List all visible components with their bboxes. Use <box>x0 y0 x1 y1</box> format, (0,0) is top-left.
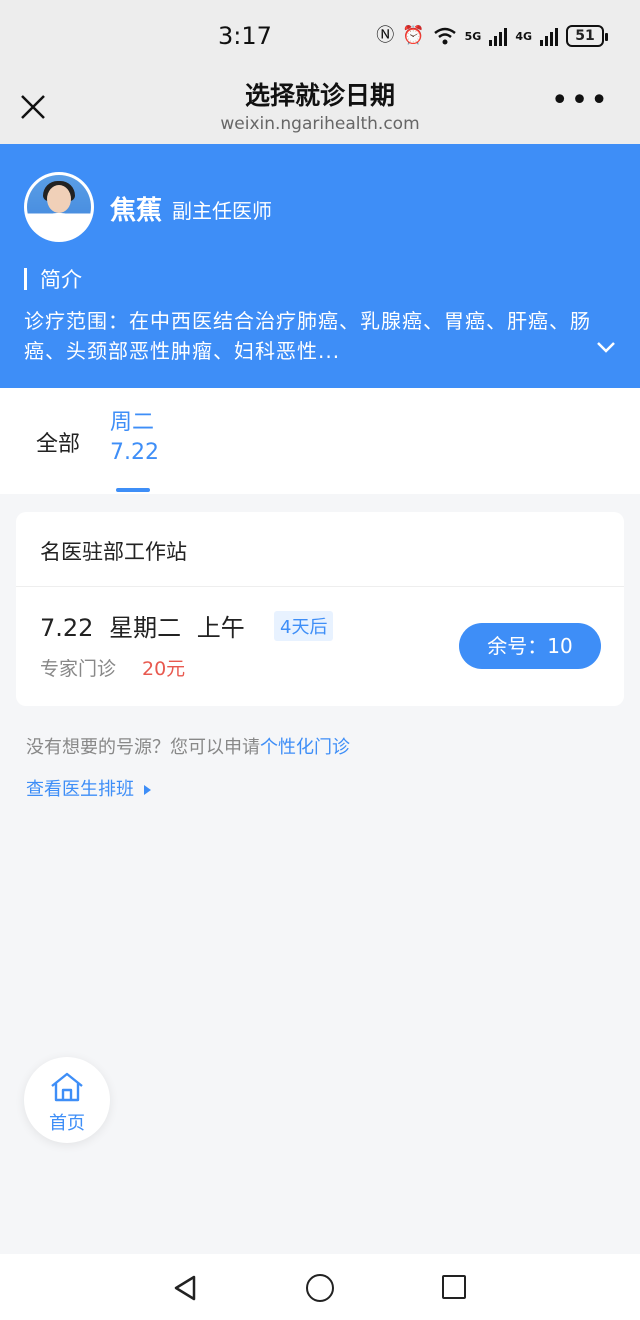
hint-text: 没有想要的号源？您可以申请个性化门诊 <box>26 733 350 759</box>
hint-prefix: 没有想要的号源？您可以申请 <box>26 737 260 758</box>
recent-apps-icon[interactable] <box>442 1275 466 1299</box>
home-circle-icon[interactable] <box>306 1274 334 1302</box>
status-icons: Ⓝ ⏰ 5G 4G 51 <box>376 24 608 48</box>
clinic-price: 20元 <box>142 658 186 680</box>
tab-day-weekday: 周二 <box>110 410 155 435</box>
remaining-slots-button[interactable]: 余号：10 <box>459 623 601 669</box>
battery-icon: 51 <box>566 25 608 47</box>
doctor-name: 焦蕉 <box>110 196 163 226</box>
doctor-card: 焦蕉 副主任医师 简介 诊疗范围：在中西医结合治疗肺癌、乳腺癌、胃癌、肝癌、肠癌… <box>0 144 640 388</box>
intro-marker <box>24 268 27 290</box>
clinic-type: 专家门诊 <box>40 658 117 680</box>
view-schedule-link[interactable]: 查看医生排班 <box>26 775 151 801</box>
page-url: weixin.ngarihealth.com <box>220 114 420 134</box>
slot-card: 名医驻部工作站 7.22 星期二 上午 4天后 专家门诊 20元 余号：10 <box>16 512 624 706</box>
network-4g-label: 4G <box>515 29 532 43</box>
page-title: 选择就诊日期 <box>244 81 395 110</box>
nfc-icon: Ⓝ <box>376 25 395 46</box>
personalized-clinic-link[interactable]: 个性化门诊 <box>260 737 350 758</box>
status-bar: 3:17 Ⓝ ⏰ 5G 4G 51 <box>0 0 640 72</box>
intro-text: 诊疗范围：在中西医结合治疗肺癌、乳腺癌、胃癌、肝癌、肠癌、头颈部恶性肿瘤、妇科恶… <box>24 309 591 363</box>
date-tabs: 全部 周二 7.22 <box>0 388 640 494</box>
divider <box>16 586 624 587</box>
station-name: 名医驻部工作站 <box>40 540 187 564</box>
home-label: 首页 <box>49 1113 85 1134</box>
signal-icon-2 <box>540 26 558 46</box>
system-nav-bar <box>0 1254 640 1320</box>
intro-label: 简介 <box>40 268 82 292</box>
slot-date: 7.22 星期二 上午 <box>40 614 245 642</box>
view-schedule-label: 查看医生排班 <box>26 779 134 800</box>
back-icon[interactable] <box>172 1274 198 1302</box>
home-icon <box>51 1072 83 1102</box>
network-5g-label: 5G <box>464 29 482 43</box>
tab-active-indicator <box>116 488 150 492</box>
nav-bar: 选择就诊日期 weixin.ngarihealth.com ••• <box>0 72 640 144</box>
tab-day-date: 7.22 <box>110 440 159 465</box>
caret-right-icon <box>144 785 151 795</box>
avatar <box>24 172 94 242</box>
doctor-title: 副主任医师 <box>172 199 272 223</box>
tab-day[interactable]: 周二 7.22 <box>110 408 159 468</box>
signal-icon <box>489 26 508 46</box>
chevron-down-icon[interactable] <box>596 340 616 354</box>
more-menu-icon[interactable]: ••• <box>551 86 610 116</box>
tab-all[interactable]: 全部 <box>36 426 80 458</box>
wifi-icon <box>433 27 456 45</box>
days-later-badge: 4天后 <box>274 611 334 641</box>
home-button[interactable]: 首页 <box>24 1057 110 1143</box>
status-time: 3:17 <box>218 22 272 50</box>
alarm-icon: ⏰ <box>402 25 425 46</box>
